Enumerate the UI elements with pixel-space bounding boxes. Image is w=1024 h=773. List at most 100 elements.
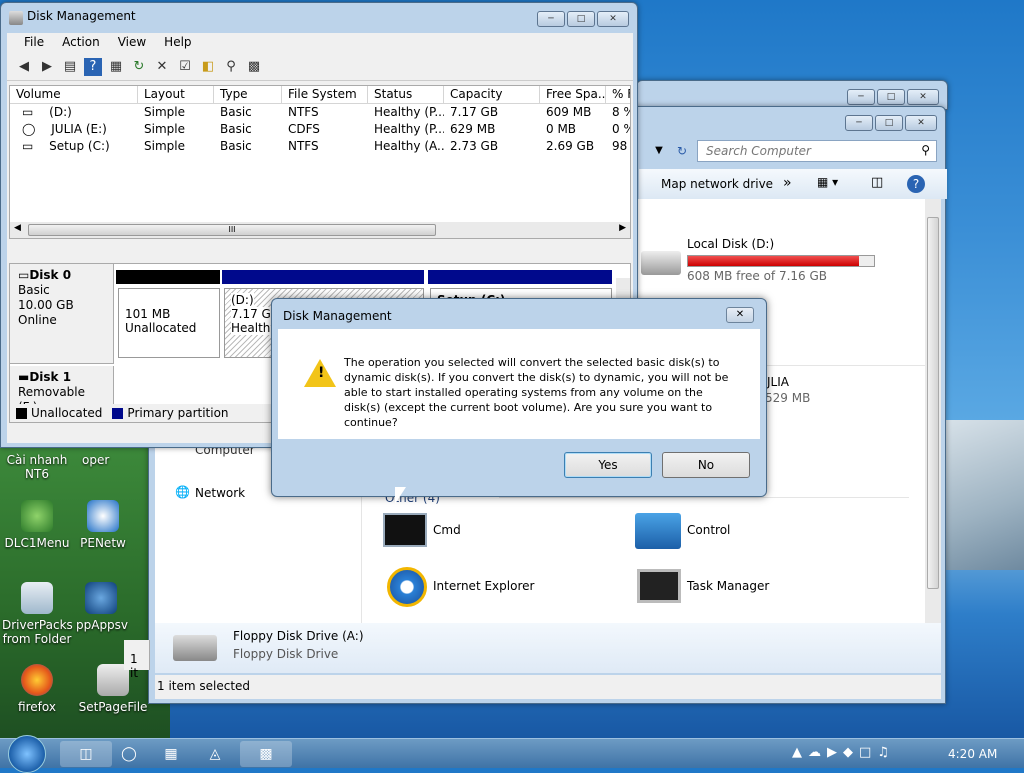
scrollbar-thumb[interactable]: III <box>28 224 436 236</box>
close-button[interactable]: ✕ <box>597 11 629 27</box>
address-dropdown-icon[interactable]: ▼ <box>649 141 669 161</box>
column-capacity[interactable]: Capacity <box>444 86 540 103</box>
segment-label: Unallocated <box>125 321 197 335</box>
taskbar-ie[interactable]: ◯ <box>114 741 144 767</box>
maximize-button[interactable]: □ <box>567 11 595 27</box>
scroll-left-icon[interactable]: ◀ <box>14 223 21 233</box>
taskbar-app3[interactable]: ◬ <box>200 741 230 767</box>
dialog-close-button[interactable]: ✕ <box>726 307 754 323</box>
menu-action[interactable]: Action <box>53 33 109 53</box>
item-internet-explorer[interactable]: Internet Explorer <box>433 579 534 593</box>
desktop-icon-label: ppAppsv <box>76 618 129 632</box>
column-layout[interactable]: Layout <box>138 86 214 103</box>
desktop-icon-dlc1menu[interactable]: DLC1Menu <box>2 500 72 550</box>
scrollbar-thumb[interactable] <box>927 217 939 589</box>
drive-d-usage-fill <box>688 256 860 266</box>
table-row[interactable]: ▭ (D:) Simple Basic NTFS Healthy (P... 7… <box>10 104 630 121</box>
maximize-button[interactable]: □ <box>875 115 903 131</box>
desktop-icon-label: firefox <box>18 700 56 714</box>
menu-help[interactable]: Help <box>155 33 200 53</box>
delete-icon[interactable]: ✕ <box>153 58 171 76</box>
explorer-scrollbar[interactable] <box>925 199 941 623</box>
item-task-manager[interactable]: Task Manager <box>687 579 769 593</box>
local-disk-icon <box>641 251 681 275</box>
minimize-button[interactable]: ─ <box>847 89 875 105</box>
table-row[interactable]: ▭ Setup (C:) Simple Basic NTFS Healthy (… <box>10 138 630 155</box>
console-tree-icon[interactable]: ▤ <box>61 58 79 76</box>
column-free-space[interactable]: Free Spa... <box>540 86 606 103</box>
firefox-icon <box>21 664 53 696</box>
forward-icon[interactable]: ▶ <box>38 58 56 76</box>
preview-pane-icon[interactable]: ◫ <box>871 175 883 190</box>
status-bar: 1 item selected <box>155 675 941 699</box>
desktop-icon-oper[interactable]: oper <box>82 453 132 467</box>
floppy-icon <box>173 635 217 661</box>
horizontal-scrollbar[interactable]: ◀ III ▶ <box>10 222 630 238</box>
desktop-icon-ppapps[interactable]: ppAppsv <box>76 582 129 632</box>
tray-icon-5[interactable]: □ <box>859 745 877 760</box>
scroll-right-icon[interactable]: ▶ <box>619 223 626 233</box>
item-control[interactable]: Control <box>687 523 730 537</box>
properties-icon[interactable]: ▦ <box>107 58 125 76</box>
command-bar: Map network drive » ▦ ▾ ◫ ? <box>639 169 947 199</box>
taskbar-app2[interactable]: ▦ <box>156 741 186 767</box>
column-status[interactable]: Status <box>368 86 444 103</box>
taskbar-disk-management[interactable]: ▩ <box>240 741 292 767</box>
check-icon[interactable]: ☑ <box>176 58 194 76</box>
tray-icon-4[interactable]: ◆ <box>843 745 859 760</box>
table-row[interactable]: ◯ JULIA (E:) Simple Basic CDFS Healthy (… <box>10 121 630 138</box>
close-button[interactable]: ✕ <box>905 115 937 131</box>
start-button[interactable] <box>8 735 46 773</box>
back-icon[interactable]: ◀ <box>15 58 33 76</box>
toolbar: ◀ ▶ ▤ ? ▦ ↻ ✕ ☑ ◧ ⚲ ▩ <box>7 53 633 81</box>
settings-icon[interactable]: ▩ <box>245 58 263 76</box>
desktop-icon-driverpacks[interactable]: DriverPacks from Folder <box>2 582 73 646</box>
unallocated-segment[interactable]: 101 MB Unallocated <box>118 288 220 358</box>
yes-button[interactable]: Yes <box>564 452 652 478</box>
group-divider <box>499 497 909 498</box>
network-globe-icon <box>87 500 119 532</box>
more-commands-button[interactable]: » <box>783 175 792 191</box>
help-icon[interactable]: ? <box>84 57 102 76</box>
desktop-icon-label: SetPageFile <box>78 700 148 714</box>
nav-network[interactable]: Network <box>195 486 245 500</box>
volume-list: Volume Layout Type File System Status Ca… <box>9 85 631 239</box>
desktop-icon-penetw[interactable]: PENetw <box>78 500 128 550</box>
help-icon[interactable]: ? <box>907 175 925 193</box>
refresh-icon[interactable]: ↻ <box>671 141 693 161</box>
tray-icon-2[interactable]: ☁ <box>808 745 827 760</box>
column-percent-free[interactable]: % F <box>606 86 630 103</box>
views-icon[interactable]: ▦ ▾ <box>817 175 838 189</box>
open-icon[interactable]: ◧ <box>199 58 217 76</box>
drive-e-name[interactable]: JLIA <box>767 375 789 389</box>
volume-muted-icon[interactable]: ♫ <box>877 745 895 760</box>
search-icon[interactable]: ⚲ <box>222 58 240 76</box>
search-input[interactable]: Search Computer ⚲ <box>697 140 937 162</box>
disk0-label[interactable]: ▭Disk 0 Basic 10.00 GB Online <box>10 264 114 364</box>
minimize-button[interactable]: ─ <box>537 11 565 27</box>
cell: CDFS <box>288 122 320 136</box>
desktop-icon-firefox[interactable]: firefox <box>2 664 72 714</box>
tray-icon-3[interactable]: ▶ <box>827 745 843 760</box>
disk-icon: ▬ <box>18 370 30 384</box>
dialog-message: The operation you selected will convert … <box>344 356 729 429</box>
cell: Basic <box>220 105 252 119</box>
column-volume[interactable]: Volume <box>10 86 138 103</box>
menu-file[interactable]: File <box>15 33 53 53</box>
tray-icon-1[interactable]: ▲ <box>792 745 808 760</box>
column-file-system[interactable]: File System <box>282 86 368 103</box>
item-cmd[interactable]: Cmd <box>433 523 461 537</box>
refresh-icon[interactable]: ↻ <box>130 58 148 76</box>
menu-view[interactable]: View <box>109 33 155 53</box>
clock[interactable]: 4:20 AM <box>948 747 997 761</box>
drive-d-name[interactable]: Local Disk (D:) <box>687 237 774 251</box>
map-network-drive-button[interactable]: Map network drive <box>661 177 773 191</box>
maximize-button[interactable]: □ <box>877 89 905 105</box>
taskbar-explorer[interactable]: ◫ <box>60 741 112 767</box>
minimize-button[interactable]: ─ <box>845 115 873 131</box>
column-type[interactable]: Type <box>214 86 282 103</box>
disk1-label[interactable]: ▬Disk 1 Removable (F:) <box>10 366 114 414</box>
no-button[interactable]: No <box>662 452 750 478</box>
drive-icon: ▭ <box>22 139 34 153</box>
close-button[interactable]: ✕ <box>907 89 939 105</box>
